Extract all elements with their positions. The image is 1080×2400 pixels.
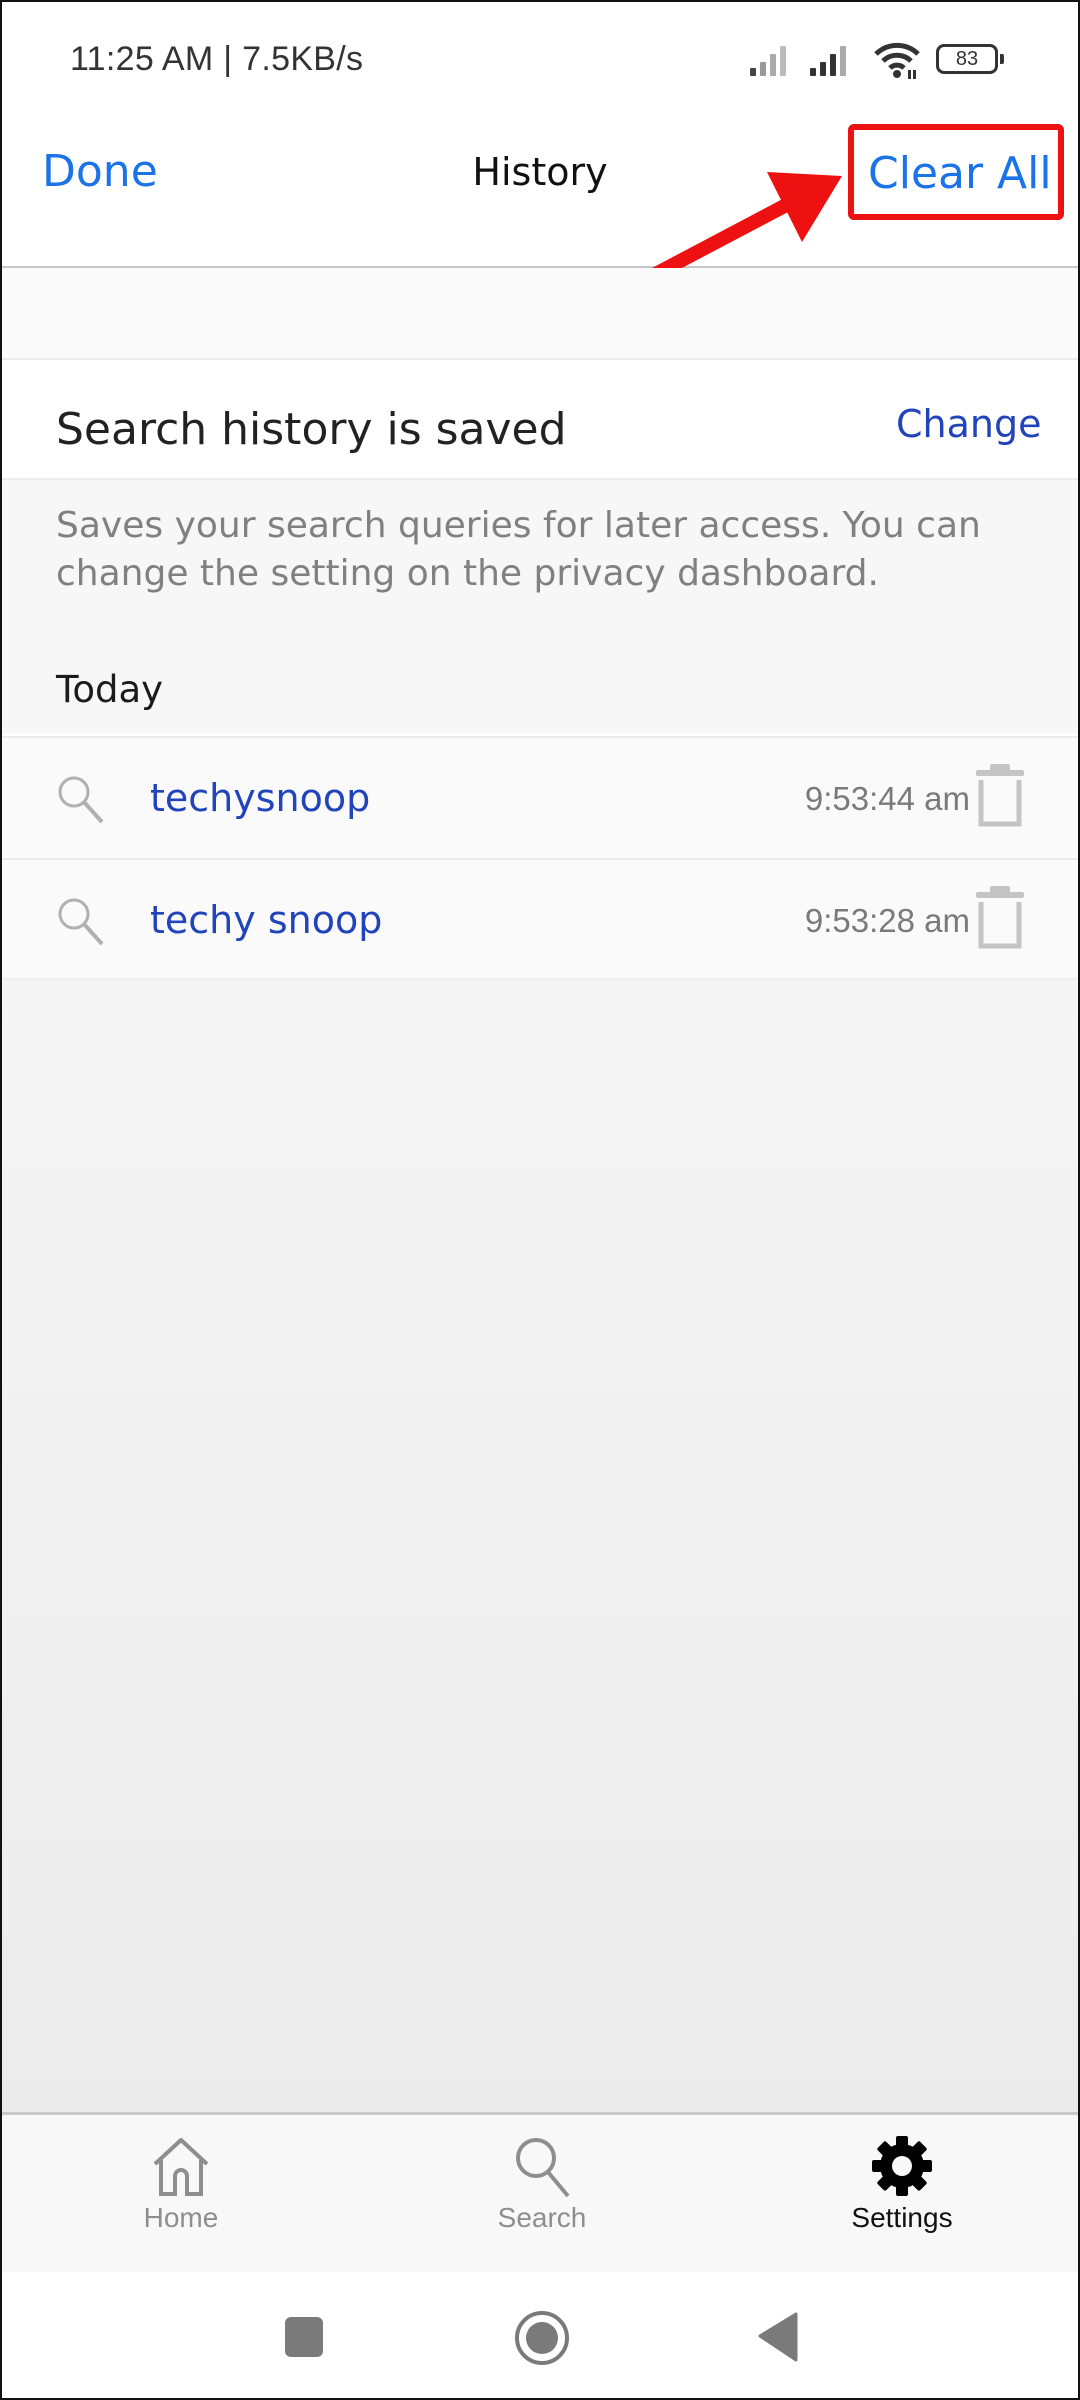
tab-label: Search: [497, 2202, 587, 2233]
tab-home[interactable]: Home: [81, 2120, 281, 2260]
search-icon: [58, 898, 104, 946]
search-icon: [516, 2138, 570, 2198]
tab-label: Home: [143, 2202, 219, 2233]
signal-1-icon: [750, 42, 794, 76]
battery-tip: [1000, 54, 1004, 64]
tab-search[interactable]: Search: [442, 2120, 642, 2260]
tab-label: Settings: [851, 2202, 953, 2233]
trash-icon[interactable]: [972, 886, 1028, 952]
history-setting-description: Saves your search queries for later acce…: [56, 505, 981, 594]
battery-icon: 83: [936, 44, 998, 74]
home-button[interactable]: [512, 2308, 572, 2368]
recents-button[interactable]: [284, 2316, 324, 2358]
status-time: 11:25 AM | 7.5KB/s: [70, 40, 364, 78]
change-setting-link[interactable]: Change: [896, 402, 1042, 446]
history-query[interactable]: techy snoop: [150, 898, 382, 942]
signal-2-icon: [810, 42, 854, 76]
home-icon: [153, 2138, 209, 2196]
history-query[interactable]: techysnoop: [150, 776, 370, 820]
trash-icon[interactable]: [972, 764, 1028, 830]
wifi-icon: [874, 42, 920, 79]
search-icon: [58, 776, 104, 824]
gear-icon: [872, 2136, 932, 2196]
history-time: 9:53:44 am: [804, 780, 970, 817]
annotation-highlight-box: [848, 124, 1064, 220]
section-label-today: Today: [56, 668, 164, 711]
tab-settings[interactable]: Settings: [802, 2120, 1002, 2260]
history-item[interactable]: techy snoop 9:53:28 am: [2, 858, 1078, 980]
back-button[interactable]: [756, 2312, 802, 2362]
history-time: 9:53:28 am: [804, 902, 970, 939]
history-setting-title: Search history is saved: [56, 404, 567, 455]
history-item[interactable]: techysnoop 9:53:44 am: [2, 736, 1078, 858]
empty-content-area: [2, 978, 1078, 2114]
spacer-strip: [2, 268, 1078, 360]
